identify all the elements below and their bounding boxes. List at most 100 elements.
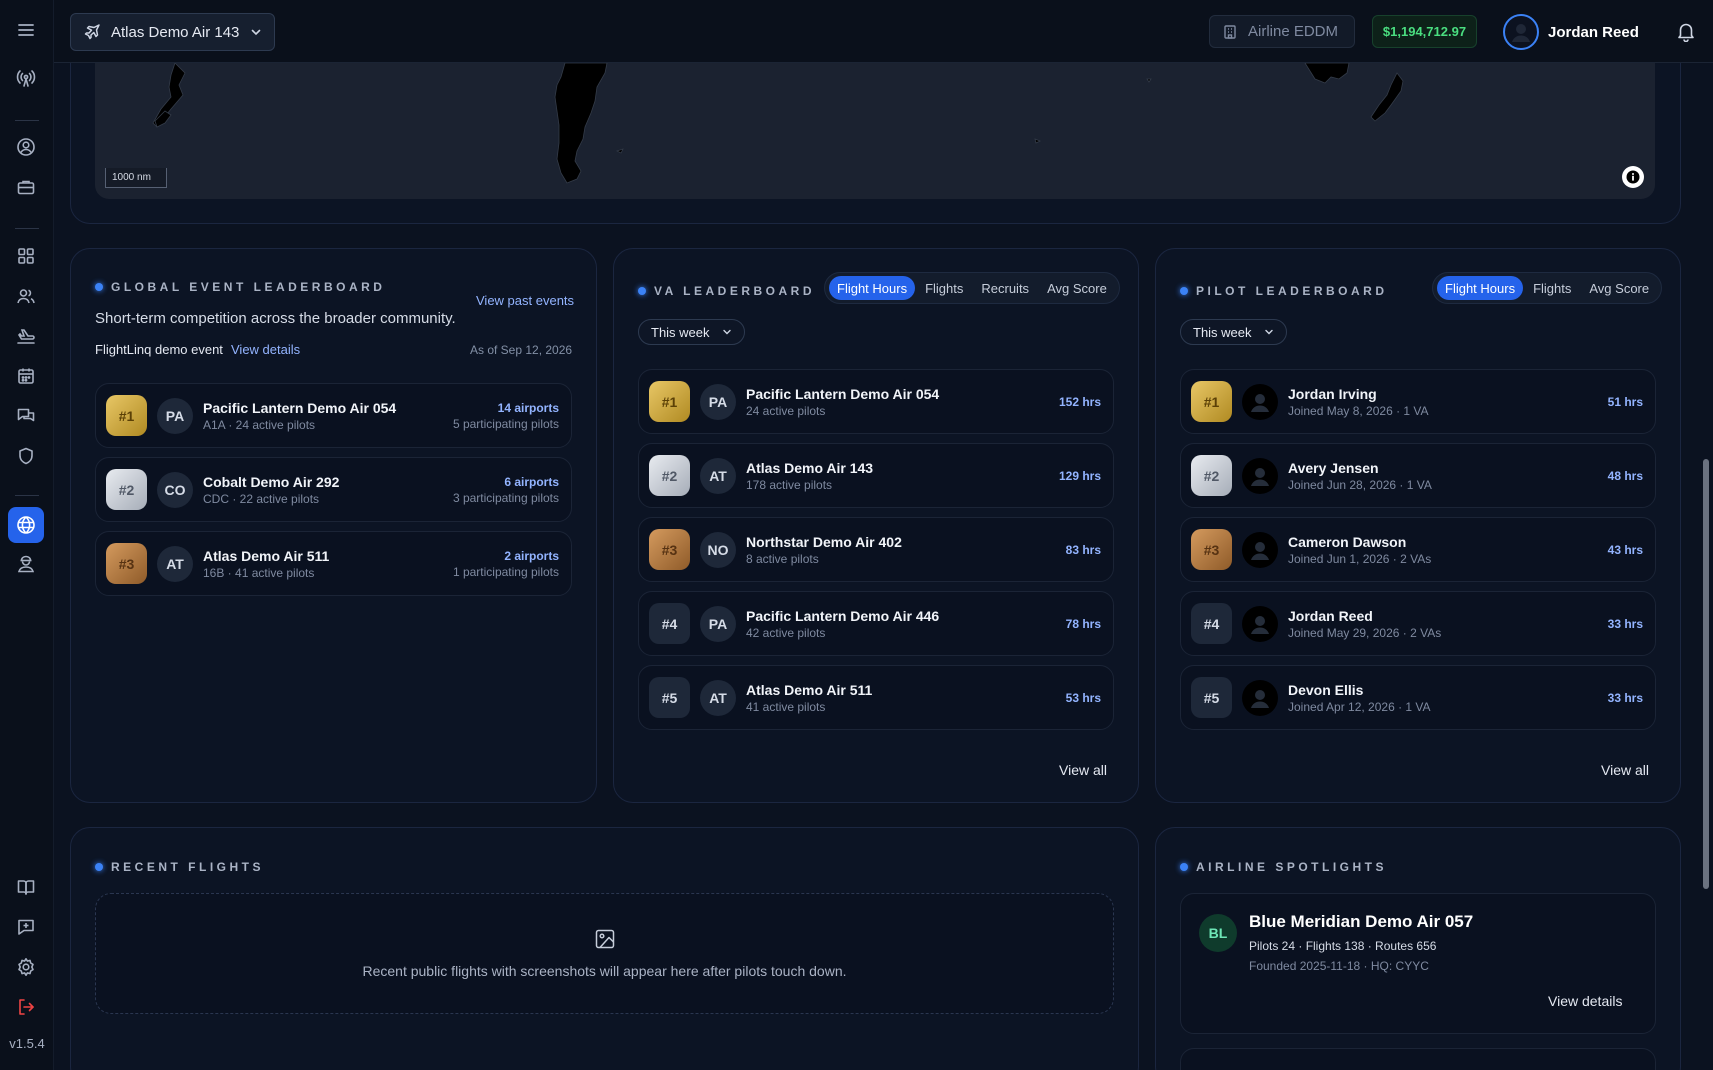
tab-avg-score[interactable]: Avg Score (1581, 276, 1657, 300)
row-name: Pacific Lantern Demo Air 054 (203, 399, 397, 416)
notifications-button[interactable] (1675, 20, 1697, 42)
leaderboard-row[interactable]: #1 PA Pacific Lantern Demo Air 054 24 activ… (638, 369, 1114, 434)
spotlight-logo: BL (1199, 914, 1237, 952)
map-info-button[interactable] (1622, 166, 1644, 188)
tab-flights[interactable]: Flights (917, 276, 971, 300)
leaderboard-row[interactable]: #3 Cameron Dawson Joined Jun 1, 2026 · 2 V… (1180, 517, 1656, 582)
row-name: Pacific Lantern Demo Air 054 (746, 385, 940, 402)
world-map[interactable]: 1000 nm (95, 63, 1655, 199)
row-secondary-value: 3 participating pilots (452, 490, 559, 505)
feedback-icon[interactable] (13, 914, 39, 940)
leaderboard-row[interactable]: #5 AT Atlas Demo Air 511 41 active pilots 53… (638, 665, 1114, 730)
rank-badge: #4 (649, 603, 690, 644)
airline-chip[interactable]: Airline EDDM (1209, 15, 1355, 48)
info-icon (1626, 170, 1640, 184)
airline-initials: NO (700, 531, 736, 568)
dashboard-icon[interactable] (13, 243, 39, 269)
row-value: 152 hrs (1058, 394, 1101, 409)
rank-badge: #2 (1191, 455, 1232, 496)
pilot-period-label: This week (1193, 324, 1252, 340)
leaderboard-row[interactable]: #4 Jordan Reed Joined May 29, 2026 · 2 VAs… (1180, 591, 1656, 656)
plane-icon (84, 24, 100, 40)
book-icon[interactable] (13, 874, 39, 900)
global-network-icon[interactable] (8, 507, 44, 543)
leaderboard-row[interactable]: #1 Jordan Irving Joined May 8, 2026 · 1 VA… (1180, 369, 1656, 434)
user-menu[interactable]: Jordan Reed (1503, 12, 1639, 52)
leaderboard-row[interactable]: #5 Devon Ellis Joined Apr 12, 2026 · 1 VA 3… (1180, 665, 1656, 730)
briefcase-icon[interactable] (13, 174, 39, 200)
row-metrics: 129 hrs (1059, 469, 1101, 483)
pilot-leaderboard-tabs: Flight Hours Flights Avg Score (1432, 272, 1663, 304)
leaderboard-row[interactable]: #2 AT Atlas Demo Air 143 178 active pilots 1… (638, 443, 1114, 508)
map-scale: 1000 nm (105, 168, 167, 188)
logout-icon[interactable] (13, 994, 39, 1020)
va-leaderboard-tabs: Flight Hours Flights Recruits Avg Score (824, 272, 1120, 304)
pilot-view-all-link[interactable]: View all (1601, 762, 1649, 778)
row-metrics: 83 hrs (1066, 543, 1101, 557)
pilot-icon[interactable] (13, 551, 39, 577)
airline-initials: CO (157, 471, 193, 508)
va-period-select[interactable]: This week (638, 319, 745, 345)
row-value: 51 hrs (1607, 394, 1643, 409)
settings-gear-icon[interactable] (13, 954, 39, 980)
tab-avg-score[interactable]: Avg Score (1039, 276, 1115, 300)
airline-initials: PA (700, 383, 736, 420)
row-metrics: 152 hrs (1059, 395, 1101, 409)
row-text: Atlas Demo Air 143 178 active pilots (746, 460, 1049, 492)
bell-icon (1678, 23, 1694, 42)
va-view-all-link[interactable]: View all (1059, 762, 1107, 778)
row-value: 33 hrs (1607, 690, 1643, 705)
user-name: Jordan Reed (1548, 23, 1639, 41)
airline-initials: PA (157, 397, 193, 434)
page-scrollbar[interactable] (1699, 63, 1713, 1070)
row-secondary-value: 5 participating pilots (452, 416, 559, 431)
section-dot (1180, 863, 1188, 871)
rank-badge: #5 (1191, 677, 1232, 718)
airline-initials: AT (700, 457, 736, 494)
leaderboard-row[interactable]: #3 AT Atlas Demo Air 511 16B · 41 active pi… (95, 531, 572, 596)
rank-badge: #3 (1191, 529, 1232, 570)
tab-flight-hours[interactable]: Flight Hours (829, 276, 916, 300)
row-name: Jordan Irving (1288, 385, 1377, 402)
pilot-period-select[interactable]: This week (1180, 319, 1287, 345)
section-dot (95, 283, 103, 291)
row-value: 78 hrs (1065, 616, 1101, 631)
shield-icon[interactable] (13, 443, 39, 469)
section-dot (638, 287, 646, 295)
row-metrics: 6 airports 3 participating pilots (453, 475, 559, 505)
row-subtitle: Joined May 8, 2026 · 1 VA (1288, 403, 1429, 418)
airline-spotlights-title: AIRLINE SPOTLIGHTS (1180, 860, 1387, 874)
leaderboard-row[interactable]: #2 Avery Jensen Joined Jun 28, 2026 · 1 VA… (1180, 443, 1656, 508)
profile-icon[interactable] (13, 134, 39, 160)
menu-icon[interactable] (13, 17, 39, 43)
spotlight-name: Blue Meridian Demo Air 057 (1249, 912, 1474, 931)
va-selector[interactable]: Atlas Demo Air 143 (70, 13, 275, 51)
event-view-details-link[interactable]: View details (231, 342, 300, 357)
leaderboard-row[interactable]: #4 PA Pacific Lantern Demo Air 446 42 activ… (638, 591, 1114, 656)
building-icon (1224, 24, 1236, 39)
app-version: v1.5.4 (9, 1036, 45, 1051)
row-subtitle: A1A · 24 active pilots (203, 417, 316, 432)
tab-flight-hours[interactable]: Flight Hours (1437, 276, 1524, 300)
broadcast-icon[interactable] (13, 65, 39, 91)
leaderboard-row[interactable]: #2 CO Cobalt Demo Air 292 CDC · 22 active p… (95, 457, 572, 522)
calendar-icon[interactable] (13, 363, 39, 389)
leaderboard-row[interactable]: #1 PA Pacific Lantern Demo Air 054 A1A · 24… (95, 383, 572, 448)
messages-icon[interactable] (13, 403, 39, 429)
tab-flights[interactable]: Flights (1525, 276, 1579, 300)
rank-badge: #1 (649, 381, 690, 422)
spotlight-view-details-link[interactable]: View details (1548, 993, 1622, 1009)
plane-landing-icon[interactable] (13, 323, 39, 349)
row-text: Jordan Irving Joined May 8, 2026 · 1 VA (1288, 386, 1598, 418)
users-icon[interactable] (13, 283, 39, 309)
tab-recruits[interactable]: Recruits (973, 276, 1037, 300)
avatar (1242, 679, 1278, 716)
scrollbar-thumb[interactable] (1703, 459, 1709, 889)
top-bar: Atlas Demo Air 143 Airline EDDM $1,194,7… (54, 0, 1713, 63)
map-landmass-shapes (152, 63, 1404, 184)
event-as-of: As of Sep 12, 2026 (470, 343, 573, 357)
view-past-events-link[interactable]: View past events (476, 293, 574, 308)
sidebar: v1.5.4 (0, 0, 54, 1070)
leaderboard-row[interactable]: #3 NO Northstar Demo Air 402 8 active pilot… (638, 517, 1114, 582)
global-event-title: GLOBAL EVENT LEADERBOARD (95, 280, 385, 294)
